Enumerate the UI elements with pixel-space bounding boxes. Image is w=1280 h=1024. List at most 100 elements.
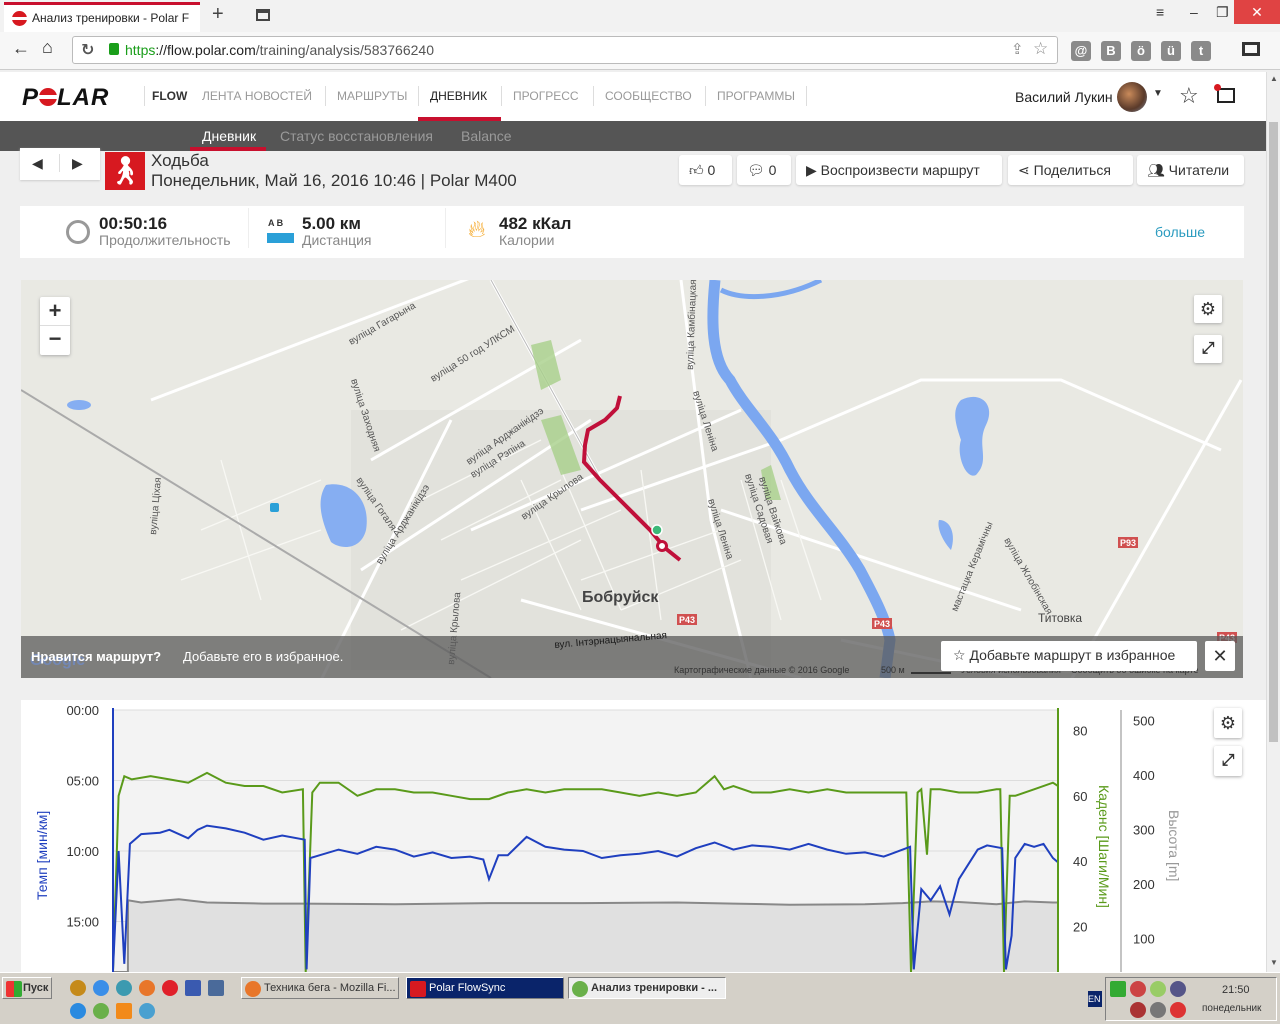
- reload-icon[interactable]: ↻: [81, 40, 94, 60]
- share-label: Поделиться: [1033, 162, 1111, 178]
- nav-flow[interactable]: FLOW: [152, 89, 187, 103]
- new-tab-button[interactable]: +: [212, 3, 224, 26]
- taskbar-flowsync[interactable]: Polar FlowSync: [406, 977, 564, 999]
- user-name[interactable]: Василий Лукин: [1015, 89, 1113, 105]
- zoom-out-button[interactable]: −: [40, 326, 70, 355]
- moimir-icon[interactable]: ü: [1161, 41, 1181, 61]
- map-settings-gear-icon[interactable]: ⚙: [1194, 295, 1222, 323]
- bookmark-star-icon[interactable]: ☆: [1033, 39, 1048, 59]
- menu-icon[interactable]: ≡: [1156, 4, 1164, 20]
- street-label: вуліца Жлобінская: [1001, 536, 1055, 617]
- nav-community[interactable]: СООБЩЕСТВО: [605, 89, 692, 103]
- address-bar-row: ← ⌂ ↻ https://flow.polar.com/training/an…: [0, 32, 1280, 70]
- language-indicator[interactable]: EN: [1088, 991, 1102, 1007]
- nav-feed[interactable]: ЛЕНТА НОВОСТЕЙ: [202, 89, 312, 103]
- home-icon[interactable]: ⌂: [42, 37, 53, 58]
- firefox-icon[interactable]: [139, 980, 155, 996]
- city-label: Бобруйск: [582, 589, 659, 606]
- url-scheme: https: [125, 42, 156, 58]
- minimize-icon[interactable]: –: [1190, 4, 1198, 20]
- subnav-diary[interactable]: Дневник: [202, 128, 256, 144]
- favorites-star-icon[interactable]: ☆: [1179, 83, 1199, 109]
- app-icon[interactable]: [93, 1003, 109, 1019]
- opera-icon[interactable]: [162, 980, 178, 996]
- more-link[interactable]: больше: [1155, 224, 1205, 240]
- like-route-subtext: Добавьте его в избранное.: [183, 649, 344, 664]
- browser-tab-active[interactable]: Анализ тренировки - Polar F: [4, 2, 200, 32]
- followers-button[interactable]: 👥︎ Читатели: [1137, 155, 1244, 185]
- page-scrollbar[interactable]: ▲ ▼: [1266, 72, 1280, 972]
- subnav-balance[interactable]: Balance: [461, 128, 512, 144]
- analysis-chart[interactable]: 00:00 05:00 10:00 15:00 80 60 40 20 500 400 300 200…: [21, 700, 1266, 972]
- save-icon[interactable]: [185, 980, 201, 996]
- close-window-icon[interactable]: ✕: [1234, 0, 1280, 24]
- share-button[interactable]: ⋖ Поделиться: [1008, 155, 1133, 185]
- duration-label: Продолжительность: [99, 232, 231, 248]
- vk-icon[interactable]: B: [1101, 41, 1121, 61]
- chat-icon[interactable]: [1242, 42, 1260, 56]
- avatar[interactable]: [1117, 82, 1147, 112]
- restore-icon[interactable]: ❐: [1216, 4, 1229, 21]
- browser-icon: [572, 981, 588, 997]
- tray-icon[interactable]: [1130, 1002, 1146, 1018]
- replay-route-button[interactable]: ▶︎ Воспроизвести маршрут: [796, 155, 1002, 185]
- start-button[interactable]: Пуск: [2, 977, 52, 999]
- share-icon: ⋖: [1018, 162, 1030, 178]
- url-input[interactable]: ↻ https://flow.polar.com/training/analys…: [72, 36, 1058, 64]
- map-scale: 500 м: [881, 665, 905, 675]
- app-icon[interactable]: [116, 980, 132, 996]
- nav-progress[interactable]: ПРОГРЕСС: [513, 89, 579, 103]
- taskbar-firefox[interactable]: Техника бега - Mozilla Fi...: [241, 977, 399, 999]
- like-button[interactable]: 👍︎ 0: [679, 155, 732, 185]
- scroll-up-icon[interactable]: ▲: [1270, 74, 1278, 83]
- tray-icon[interactable]: [1170, 981, 1186, 997]
- ruler-icon: [267, 233, 294, 243]
- user-dropdown-icon[interactable]: ▼: [1153, 88, 1163, 99]
- altitude-tick-label: 200: [1133, 877, 1155, 892]
- app-icon[interactable]: [139, 1003, 155, 1019]
- scrollbar-thumb[interactable]: [1269, 122, 1278, 742]
- clock-time[interactable]: 21:50: [1222, 984, 1250, 996]
- comments-button[interactable]: 💬︎ 0: [737, 155, 791, 185]
- start-marker: [651, 524, 663, 536]
- nav-routes[interactable]: МАРШРУТЫ: [337, 89, 407, 103]
- street-label: вуліца Камбінацкая: [684, 280, 699, 370]
- odnoklassniki-icon[interactable]: ö: [1131, 41, 1151, 61]
- subnav-recovery[interactable]: Статус восстановления: [280, 128, 433, 144]
- nav-diary[interactable]: ДНЕВНИК: [430, 89, 487, 103]
- ie-icon[interactable]: [70, 1003, 86, 1019]
- odnoklassniki-app-icon[interactable]: [116, 1003, 132, 1019]
- zoom-in-button[interactable]: +: [40, 297, 70, 326]
- close-favorite-bar-icon[interactable]: ✕: [1205, 641, 1235, 671]
- map-fullscreen-icon[interactable]: ⤢: [1194, 335, 1222, 363]
- tray-icon[interactable]: [1170, 1002, 1186, 1018]
- chart-settings-gear-icon[interactable]: ⚙: [1214, 708, 1242, 738]
- tab-list-icon[interactable]: [256, 9, 270, 21]
- add-to-favorites-button[interactable]: ☆ Добавьте маршрут в избранное: [941, 641, 1197, 671]
- altitude-tick-label: 400: [1133, 768, 1155, 783]
- app-icon[interactable]: [70, 980, 86, 996]
- taskbar-analysis-active[interactable]: Анализ тренировки - ...: [568, 977, 726, 999]
- nav-programs[interactable]: ПРОГРАММЫ: [717, 89, 795, 103]
- twitter-icon[interactable]: t: [1191, 41, 1211, 61]
- notifications-icon[interactable]: [1217, 88, 1235, 103]
- pace-tick-label: 00:00: [66, 703, 99, 718]
- share-page-icon[interactable]: ⇪: [1011, 40, 1024, 58]
- chrome-icon[interactable]: [93, 980, 109, 996]
- polar-logo[interactable]: P LAR: [22, 84, 109, 112]
- mail-icon[interactable]: @: [1071, 41, 1091, 61]
- next-session-icon[interactable]: ▶: [72, 155, 83, 172]
- route-map[interactable]: вуліца Гагарына вуліца 50 год УЛКСМ вулі…: [21, 280, 1243, 678]
- tray-icon[interactable]: [1150, 981, 1166, 997]
- lock-icon: [109, 43, 119, 55]
- zoom-control: + −: [40, 297, 70, 355]
- back-icon[interactable]: ←: [12, 38, 30, 59]
- chart-fullscreen-icon[interactable]: ⤢: [1214, 746, 1242, 776]
- tray-icon[interactable]: [1110, 981, 1126, 997]
- tray-icon[interactable]: [1150, 1002, 1166, 1018]
- vk-app-icon[interactable]: [208, 980, 224, 996]
- bus-station-icon: [270, 503, 279, 512]
- scroll-down-icon[interactable]: ▼: [1270, 958, 1278, 967]
- prev-session-icon[interactable]: ◀: [32, 155, 43, 172]
- tray-icon[interactable]: [1130, 981, 1146, 997]
